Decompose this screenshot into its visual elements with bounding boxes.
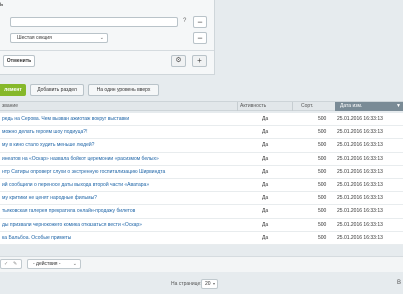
row-name-link[interactable]: ка Бальбоа. Особые приметы bbox=[2, 235, 71, 241]
row-active: Да bbox=[262, 142, 269, 149]
table-row[interactable]: му в кино стало худить меньше людей? Да … bbox=[0, 139, 403, 153]
row-sort: 500 bbox=[318, 181, 327, 188]
row-active: Да bbox=[262, 221, 269, 228]
table-body: редь на Серова. Чем вызван ажиотаж вокру… bbox=[0, 113, 403, 245]
edit-icon[interactable]: ✎ bbox=[13, 261, 17, 267]
row-date: 25.01.2016 16:33:13 bbox=[337, 208, 383, 215]
column-header-sort[interactable]: Сорт. bbox=[301, 102, 313, 110]
table-row[interactable]: редь на Серова. Чем вызван ажиотаж вокру… bbox=[0, 113, 403, 127]
row-date: 25.01.2016 16:33:13 bbox=[337, 142, 383, 149]
group-actions-value: - действия - bbox=[33, 261, 61, 267]
row-active: Да bbox=[262, 195, 269, 202]
remove-filter-button-1[interactable]: − bbox=[193, 16, 207, 28]
row-name-link[interactable]: редь на Серова. Чем вызван ажиотаж вокру… bbox=[2, 116, 129, 122]
add-section-button[interactable]: Добавить раздел bbox=[30, 84, 84, 96]
row-active: Да bbox=[262, 208, 269, 215]
row-date: 25.01.2016 16:33:13 bbox=[337, 116, 383, 122]
row-active: Да bbox=[262, 234, 269, 241]
section-select-value: Шестая секция bbox=[17, 35, 52, 41]
add-element-button[interactable]: лемент bbox=[0, 84, 26, 96]
table-row[interactable]: тьяковская галерея прекратила онлайн-про… bbox=[0, 205, 403, 219]
row-sort: 500 bbox=[318, 142, 327, 149]
chevron-down-icon: ▾ bbox=[212, 281, 215, 286]
row-active: Да bbox=[262, 116, 269, 122]
row-sort: 500 bbox=[318, 129, 327, 136]
pager: На странице: 20 ▾ В bbox=[0, 276, 403, 292]
column-header-activity[interactable]: Активность bbox=[240, 102, 266, 110]
filter-name-input[interactable] bbox=[10, 17, 178, 27]
row-name-link[interactable]: можно делать героям шоу подиуца?! bbox=[2, 129, 87, 135]
table-row[interactable]: можно делать героям шоу подиуца?! Да 500… bbox=[0, 126, 403, 140]
row-sort: 500 bbox=[318, 155, 327, 162]
column-header-date[interactable]: Дата изм. ▼ bbox=[335, 102, 403, 111]
chevron-down-icon: ⌄ bbox=[99, 35, 104, 41]
remove-filter-button-2[interactable]: − bbox=[193, 32, 207, 44]
row-date: 25.01.2016 16:33:13 bbox=[337, 234, 383, 241]
row-date: 25.01.2016 16:33:13 bbox=[337, 129, 383, 136]
table-row[interactable]: инеатов на «Оскар» назвала бойкот церемо… bbox=[0, 152, 403, 166]
table-row[interactable]: ды призвали чернокожего комика отказатьс… bbox=[0, 218, 403, 232]
row-actions-group: ✓ ✎ bbox=[0, 259, 22, 269]
row-name-link[interactable]: инеатов на «Оскар» назвала бойкот церемо… bbox=[2, 156, 159, 162]
row-name-link[interactable]: му критики не ценят народные фильмы? bbox=[2, 195, 97, 201]
row-name-link[interactable]: нтр Сатиры опроверг слухи о экстренную г… bbox=[2, 169, 165, 175]
row-active: Да bbox=[262, 155, 269, 162]
row-active: Да bbox=[262, 168, 269, 175]
row-sort: 500 bbox=[318, 116, 327, 122]
row-name-link[interactable]: му в кино стало худить меньше людей? bbox=[2, 142, 94, 148]
row-sort: 500 bbox=[318, 208, 327, 215]
table-row[interactable]: нтр Сатиры опроверг слухи о экстренную г… bbox=[0, 165, 403, 179]
divider bbox=[0, 50, 214, 51]
pager-right-fragment: В bbox=[397, 280, 402, 286]
row-date: 25.01.2016 16:33:13 bbox=[337, 155, 383, 162]
chevron-down-icon: ⌄ bbox=[72, 261, 77, 267]
column-separator bbox=[237, 102, 238, 111]
gear-icon[interactable]: ⚙ bbox=[171, 55, 186, 67]
level-up-button[interactable]: На один уровень вверх bbox=[88, 84, 159, 96]
cancel-button[interactable]: Отменить bbox=[3, 55, 35, 67]
row-sort: 500 bbox=[318, 168, 327, 175]
sort-desc-icon: ▼ bbox=[396, 103, 401, 109]
row-name-link[interactable]: ды призвали чернокожего комика отказатьс… bbox=[2, 222, 142, 228]
row-date: 25.01.2016 16:33:13 bbox=[337, 168, 383, 175]
per-page-label: На странице: bbox=[171, 281, 202, 287]
row-name-link[interactable]: ий сообщили о переносе даты выхода второ… bbox=[2, 182, 149, 188]
column-header-name[interactable]: звание bbox=[2, 102, 18, 110]
row-active: Да bbox=[262, 129, 269, 136]
column-separator bbox=[292, 102, 293, 111]
table-row[interactable]: му критики не ценят народные фильмы? Да … bbox=[0, 192, 403, 206]
table-header: звание Активность Сорт. Дата изм. ▼ bbox=[0, 101, 403, 111]
check-icon[interactable]: ✓ bbox=[4, 261, 8, 267]
filter-panel: ь ? − Шестая секция ⌄ − Отменить ⚙ + bbox=[0, 0, 215, 75]
row-date: 25.01.2016 16:33:13 bbox=[337, 181, 383, 188]
help-icon[interactable]: ? bbox=[183, 18, 186, 24]
per-page-select[interactable]: 20 ▾ bbox=[201, 279, 218, 289]
row-date: 25.01.2016 16:33:13 bbox=[337, 195, 383, 202]
column-header-date-label: Дата изм. bbox=[340, 103, 363, 109]
table-row[interactable]: ка Бальбоа. Особые приметы Да 500 25.01.… bbox=[0, 231, 403, 245]
row-name-link[interactable]: тьяковская галерея прекратила онлайн-про… bbox=[2, 208, 135, 214]
filter-title: ь bbox=[0, 2, 4, 8]
table-row[interactable]: ий сообщили о переносе даты выхода второ… bbox=[0, 178, 403, 193]
per-page-value: 20 bbox=[205, 281, 211, 287]
add-filter-button[interactable]: + bbox=[192, 55, 207, 67]
row-sort: 500 bbox=[318, 234, 327, 241]
row-sort: 500 bbox=[318, 221, 327, 228]
row-date: 25.01.2016 16:33:13 bbox=[337, 221, 383, 228]
row-sort: 500 bbox=[318, 195, 327, 202]
section-select[interactable]: Шестая секция ⌄ bbox=[10, 33, 108, 43]
row-active: Да bbox=[262, 181, 269, 188]
table-footer: ✓ ✎ - действия - ⌄ bbox=[0, 256, 403, 272]
group-actions-select[interactable]: - действия - ⌄ bbox=[27, 259, 81, 269]
